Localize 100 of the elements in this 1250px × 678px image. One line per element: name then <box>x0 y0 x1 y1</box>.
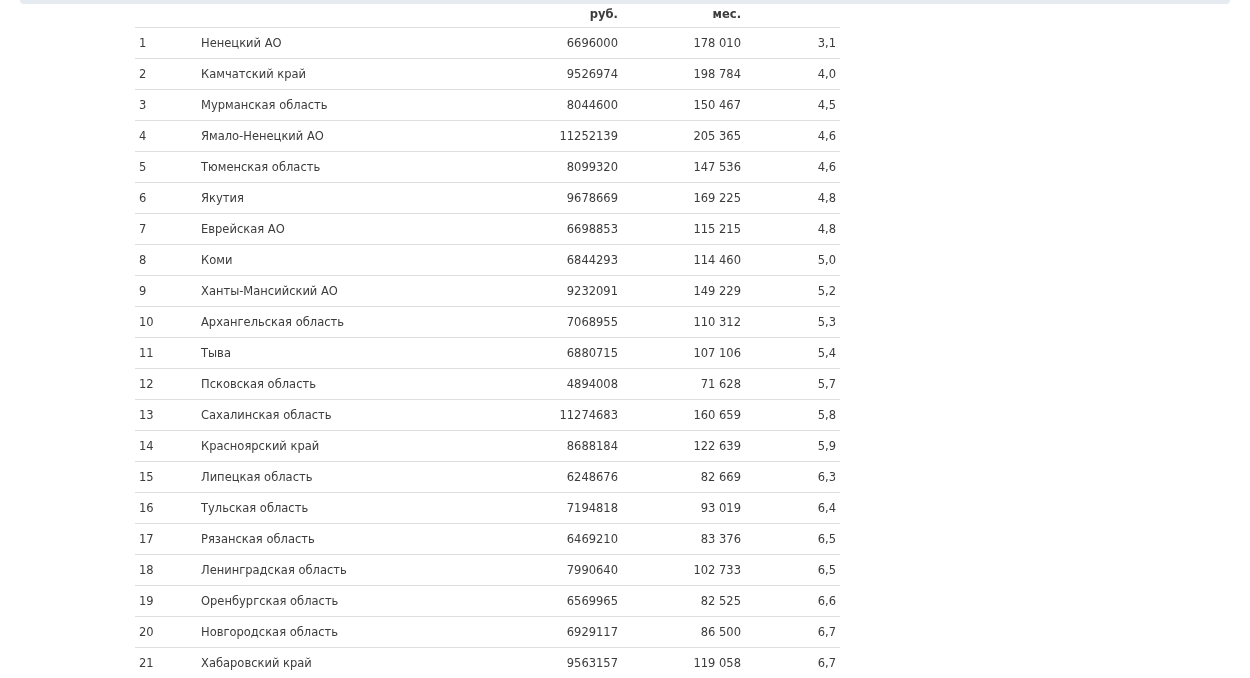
table-cell: 11 <box>139 346 154 360</box>
table-cell: 6,7 <box>817 656 836 670</box>
table-cell: Псковская область <box>201 377 316 391</box>
table-cell: 198 784 <box>693 67 741 81</box>
table-cell: 3 <box>139 98 147 112</box>
table-cell: 7068955 <box>566 315 618 329</box>
column-header: руб. <box>589 7 618 23</box>
table-cell: 122 639 <box>693 439 741 453</box>
table-cell: 115 215 <box>693 222 741 236</box>
table-cell: 6,5 <box>817 563 836 577</box>
table-cell: 7990640 <box>566 563 618 577</box>
table-cell: 9563157 <box>566 656 618 670</box>
table-cell: 9 <box>139 284 147 298</box>
table-cell: 6698853 <box>566 222 618 236</box>
table-cell: 6,4 <box>817 501 836 515</box>
table-cell: 119 058 <box>693 656 741 670</box>
table-cell: Камчатский край <box>201 67 307 81</box>
table-cell: 6,7 <box>817 625 836 639</box>
table-cell: 9678669 <box>566 191 618 205</box>
table-cell: 110 312 <box>693 315 741 329</box>
table-cell: 10 <box>139 315 154 329</box>
table-cell: 8688184 <box>566 439 618 453</box>
table-cell: 9526974 <box>566 67 618 81</box>
table-cell: 11274683 <box>559 408 618 422</box>
table-cell: 4,8 <box>817 191 836 205</box>
table-cell: 6929117 <box>566 625 618 639</box>
table-cell: 6248676 <box>566 470 618 484</box>
table-cell: 13 <box>139 408 154 422</box>
table-cell: 169 225 <box>693 191 741 205</box>
table-cell: 7 <box>139 222 147 236</box>
table-cell: 5 <box>139 160 147 174</box>
table-cell: 6,6 <box>817 594 836 608</box>
table-cell: 5,3 <box>817 315 836 329</box>
table-cell: 6,3 <box>817 470 836 484</box>
table-cell: Ханты-Мансийский АО <box>201 284 338 298</box>
table-cell: 5,7 <box>817 377 836 391</box>
table-cell: 93 019 <box>700 501 741 515</box>
table-cell: Тюменская область <box>201 160 321 174</box>
table-cell: 6880715 <box>566 346 618 360</box>
table-cell: 14 <box>139 439 154 453</box>
table-cell: 4,8 <box>817 222 836 236</box>
table-cell: Тульская область <box>201 501 309 515</box>
table-cell: Липецкая область <box>201 470 313 484</box>
table-cell: 4,6 <box>817 129 836 143</box>
table-cell: 5,2 <box>817 284 836 298</box>
table-cell: 71 628 <box>700 377 741 391</box>
table-cell: 205 365 <box>693 129 741 143</box>
table-cell: 8099320 <box>566 160 618 174</box>
table-cell: 2 <box>139 67 147 81</box>
table-cell: Сахалинская область <box>201 408 332 422</box>
table-cell: 5,4 <box>817 346 836 360</box>
table-cell: 18 <box>139 563 154 577</box>
table-cell: 1 <box>139 36 147 50</box>
table-cell: Красноярский край <box>201 439 320 453</box>
table-cell: 6 <box>139 191 147 205</box>
table-cell: 17 <box>139 532 154 546</box>
table-cell: Рязанская область <box>201 532 315 546</box>
table-cell: Ненецкий АО <box>201 36 282 50</box>
table-cell: Якутия <box>201 191 244 205</box>
table-cell: 20 <box>139 625 154 639</box>
table-cell: Новгородская область <box>201 625 339 639</box>
table-cell: 4,0 <box>817 67 836 81</box>
table-cell: 6696000 <box>566 36 618 50</box>
table-cell: Ленинградская область <box>201 563 347 577</box>
table-cell: 4,5 <box>817 98 836 112</box>
column-header: мес. <box>712 7 741 23</box>
table-cell: 19 <box>139 594 154 608</box>
table-cell: 4,6 <box>817 160 836 174</box>
table-cell: 102 733 <box>693 563 741 577</box>
table-cell: 21 <box>139 656 154 670</box>
table-cell: 150 467 <box>693 98 741 112</box>
table-cell: 83 376 <box>700 532 741 546</box>
table-cell: 147 536 <box>693 160 741 174</box>
table-cell: 149 229 <box>693 284 741 298</box>
table-cell: 4 <box>139 129 147 143</box>
table-cell: 12 <box>139 377 154 391</box>
table-cell: Тыва <box>201 346 231 360</box>
table-cell: 5,0 <box>817 253 836 267</box>
table-cell: 9232091 <box>566 284 618 298</box>
table-cell: Коми <box>201 253 233 267</box>
table-cell: 6569965 <box>566 594 618 608</box>
table-cell: 8 <box>139 253 147 267</box>
table-cell: Еврейская АО <box>201 222 285 236</box>
table-cell: 6,5 <box>817 532 836 546</box>
table-cell: 8044600 <box>566 98 618 112</box>
table-cell: Ямало-Ненецкий АО <box>201 129 324 143</box>
table-cell: 16 <box>139 501 154 515</box>
table-cell: 5,8 <box>817 408 836 422</box>
table-cell: 160 659 <box>693 408 741 422</box>
table-cell: 114 460 <box>693 253 741 267</box>
table-cell: 4894008 <box>566 377 618 391</box>
table-cell: Хабаровский край <box>201 656 312 670</box>
table-cell: 178 010 <box>693 36 741 50</box>
table-cell: 11252139 <box>559 129 618 143</box>
table-cell: 82 525 <box>700 594 741 608</box>
table-cell: 3,1 <box>817 36 836 50</box>
table-cell: 6469210 <box>566 532 618 546</box>
table-cell: Оренбургская область <box>201 594 339 608</box>
table-cell: 15 <box>139 470 154 484</box>
table-cell: 7194818 <box>566 501 618 515</box>
